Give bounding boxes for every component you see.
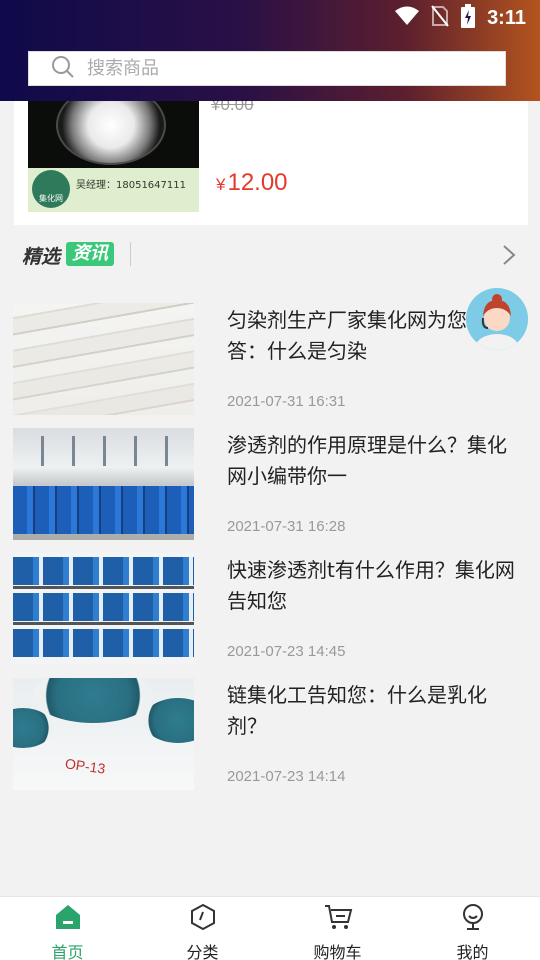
chevron-right-icon[interactable] — [502, 244, 516, 270]
thumbnail-detail — [13, 586, 194, 589]
cart-icon — [323, 903, 353, 935]
drum-label: OP-13 — [64, 755, 107, 777]
search-input[interactable] — [87, 58, 467, 79]
thumbnail-detail — [13, 436, 194, 466]
status-time: 3:11 — [487, 6, 526, 29]
section-title-part2: 资讯 — [66, 242, 114, 266]
status-bar: 3:11 — [395, 0, 540, 36]
news-list: 匀染剂生产厂家集化网为您解答：什么是匀染 2021-07-31 16:31 渗透… — [0, 303, 540, 803]
thumbnail-detail — [13, 486, 194, 534]
product-price: ¥12.00 — [216, 169, 288, 197]
home-icon — [54, 903, 82, 935]
product-image[interactable]: 集化网 吴经理：18051647111 — [28, 101, 199, 212]
no-sim-icon — [431, 5, 449, 31]
thumbnail-detail — [13, 708, 53, 748]
brand-logo-text: 集化网 — [39, 194, 63, 203]
banner-contact: 吴经理：18051647111 — [76, 180, 186, 191]
tab-home[interactable]: 首页 — [0, 897, 135, 960]
thumbnail-detail — [33, 678, 153, 723]
news-title[interactable]: 渗透剂的作用原理是什么？集化网小编带你一 — [227, 430, 525, 492]
news-thumbnail[interactable]: OP-13 — [13, 678, 194, 790]
tab-cart[interactable]: 购物车 — [270, 897, 405, 960]
news-item[interactable]: 快速渗透剂t有什么作用？集化网告知您 2021-07-23 14:45 — [0, 553, 540, 678]
price-currency: ¥ — [216, 175, 226, 194]
tab-category[interactable]: 分类 — [135, 897, 270, 960]
app-header: 3:11 — [0, 0, 540, 101]
section-divider — [130, 242, 131, 266]
bottom-tab-bar: 首页 分类 购物车 我的 — [0, 896, 540, 960]
news-item[interactable]: 渗透剂的作用原理是什么？集化网小编带你一 2021-07-31 16:28 — [0, 428, 540, 553]
news-date: 2021-07-23 14:45 — [227, 643, 346, 660]
price-value: 12.00 — [227, 169, 288, 196]
battery-charging-icon — [461, 4, 476, 32]
section-title-part1: 精选 — [22, 246, 61, 268]
news-thumbnail[interactable] — [13, 553, 194, 665]
profile-icon — [459, 903, 487, 935]
tab-label: 首页 — [51, 943, 84, 960]
news-thumbnail[interactable] — [13, 303, 194, 415]
tab-label: 我的 — [456, 943, 489, 960]
search-icon — [51, 55, 75, 83]
search-bar[interactable] — [28, 51, 506, 86]
news-thumbnail[interactable] — [13, 428, 194, 540]
product-photo-dish — [56, 101, 166, 165]
thumbnail-detail — [13, 629, 194, 657]
customer-service-avatar[interactable] — [466, 288, 528, 350]
news-title[interactable]: 快速渗透剂t有什么作用？集化网告知您 — [227, 555, 525, 617]
news-title[interactable]: 链集化工告知您：什么是乳化剂？ — [227, 680, 525, 742]
news-section-header[interactable]: 精选 资讯 — [0, 232, 540, 276]
tab-label: 分类 — [186, 943, 219, 960]
thumbnail-detail — [13, 557, 194, 585]
news-date: 2021-07-31 16:31 — [227, 393, 346, 410]
product-image-banner: 集化网 吴经理：18051647111 — [28, 168, 199, 212]
news-date: 2021-07-23 14:14 — [227, 768, 346, 785]
product-card[interactable]: 集化网 吴经理：18051647111 ¥0.00 ¥12.00 — [14, 101, 528, 225]
news-item[interactable]: 匀染剂生产厂家集化网为您解答：什么是匀染 2021-07-31 16:31 — [0, 303, 540, 428]
category-icon — [189, 903, 217, 935]
brand-logo-icon: 集化网 — [32, 170, 70, 208]
tab-label: 购物车 — [313, 943, 362, 960]
news-date: 2021-07-31 16:28 — [227, 518, 346, 535]
original-price: ¥0.00 — [211, 101, 254, 114]
thumbnail-detail — [143, 698, 194, 743]
news-item[interactable]: OP-13 链集化工告知您：什么是乳化剂？ 2021-07-23 14:14 — [0, 678, 540, 803]
tab-profile[interactable]: 我的 — [405, 897, 540, 960]
thumbnail-detail — [13, 593, 194, 621]
thumbnail-detail — [13, 622, 194, 625]
wifi-icon — [395, 6, 420, 30]
